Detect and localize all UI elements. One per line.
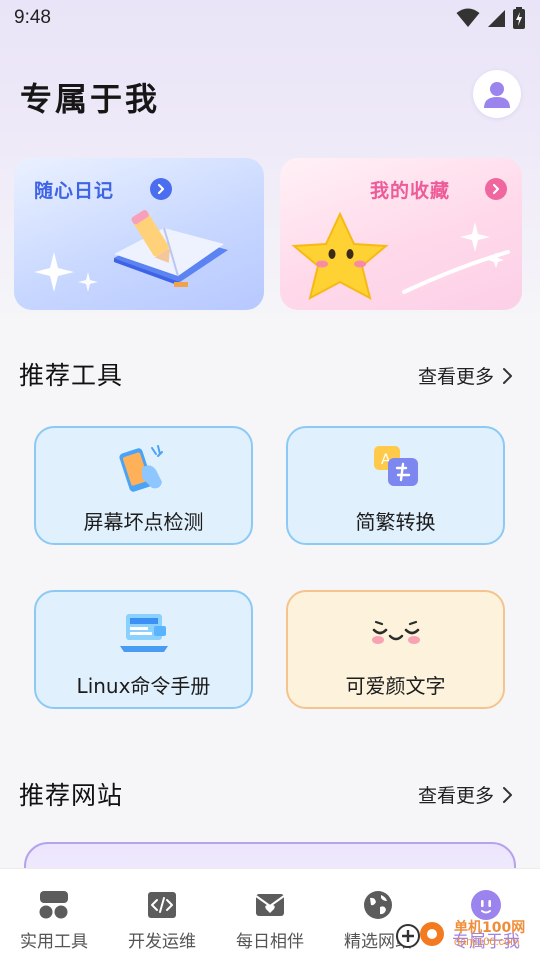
watermark: 单机100网 danji100.com bbox=[394, 916, 525, 952]
translate-icon: A bbox=[373, 446, 418, 486]
sites-more-label: 查看更多 bbox=[417, 785, 494, 807]
diary-arrow bbox=[150, 178, 172, 200]
nav-label: 每日相伴 bbox=[236, 932, 304, 952]
tool-card-linux[interactable]: Linux命令手册 bbox=[34, 590, 253, 709]
star-illustration bbox=[291, 211, 510, 300]
notebook-illustration bbox=[34, 210, 228, 292]
tools-more-label: 查看更多 bbox=[417, 366, 494, 388]
favorites-banner-title: 我的收藏 bbox=[370, 180, 451, 202]
sites-section-title: 推荐网站 bbox=[19, 781, 124, 810]
signal-icon bbox=[488, 10, 505, 27]
battery-charging-icon bbox=[513, 7, 525, 29]
nav-item-devops[interactable]: 开发运维 bbox=[108, 869, 216, 960]
sites-more-link[interactable]: 查看更多 bbox=[418, 781, 514, 808]
nav-item-daily[interactable]: 每日相伴 bbox=[216, 869, 324, 960]
tool-card-convert[interactable]: A 简繁转换 bbox=[286, 426, 505, 545]
chevron-right-icon bbox=[492, 183, 500, 195]
tool-label: 简繁转换 bbox=[355, 510, 436, 534]
wifi-icon bbox=[456, 8, 480, 27]
chevron-right-icon bbox=[503, 367, 512, 384]
tool-label: 可爱颜文字 bbox=[345, 674, 446, 698]
tools-section-title: 推荐工具 bbox=[19, 361, 124, 390]
avatar[interactable] bbox=[473, 70, 521, 118]
laptop-icon bbox=[119, 614, 168, 652]
watermark-text: 单机100网 danji100.com bbox=[454, 921, 525, 948]
tools-more-link[interactable]: 查看更多 bbox=[418, 362, 514, 389]
nav-label: 开发运维 bbox=[128, 932, 196, 952]
status-bar: 9:48 bbox=[0, 0, 540, 36]
user-icon bbox=[484, 82, 510, 108]
globe-icon bbox=[362, 889, 394, 921]
code-icon bbox=[146, 889, 178, 921]
status-icons bbox=[456, 7, 526, 29]
watermark-main: 单机100网 bbox=[454, 919, 526, 936]
tool-card-dead-pixel[interactable]: 屏幕坏点检测 bbox=[34, 426, 253, 545]
status-time: 9:48 bbox=[14, 7, 51, 28]
tools-grid-icon bbox=[38, 889, 70, 921]
page-title: 专属于我 bbox=[20, 80, 161, 118]
phone-touch-icon bbox=[118, 445, 163, 492]
favorites-arrow bbox=[485, 178, 507, 200]
cute-face-icon bbox=[371, 620, 420, 644]
heart-mail-icon bbox=[254, 889, 286, 921]
watermark-sub: danji100.com bbox=[454, 935, 520, 948]
diary-banner[interactable]: 随心日记 bbox=[14, 158, 264, 310]
nav-label: 实用工具 bbox=[20, 932, 88, 952]
watermark-logo-icon bbox=[396, 922, 444, 948]
tool-card-kaomoji[interactable]: 可爱颜文字 bbox=[286, 590, 505, 709]
favorites-banner[interactable]: 我的收藏 bbox=[280, 158, 522, 310]
diary-banner-title: 随心日记 bbox=[34, 180, 115, 202]
tool-label: Linux命令手册 bbox=[76, 674, 211, 698]
tool-label: 屏幕坏点检测 bbox=[83, 510, 204, 534]
chevron-right-icon bbox=[503, 786, 512, 803]
chevron-right-icon bbox=[157, 183, 165, 195]
nav-item-tools[interactable]: 实用工具 bbox=[0, 869, 108, 960]
